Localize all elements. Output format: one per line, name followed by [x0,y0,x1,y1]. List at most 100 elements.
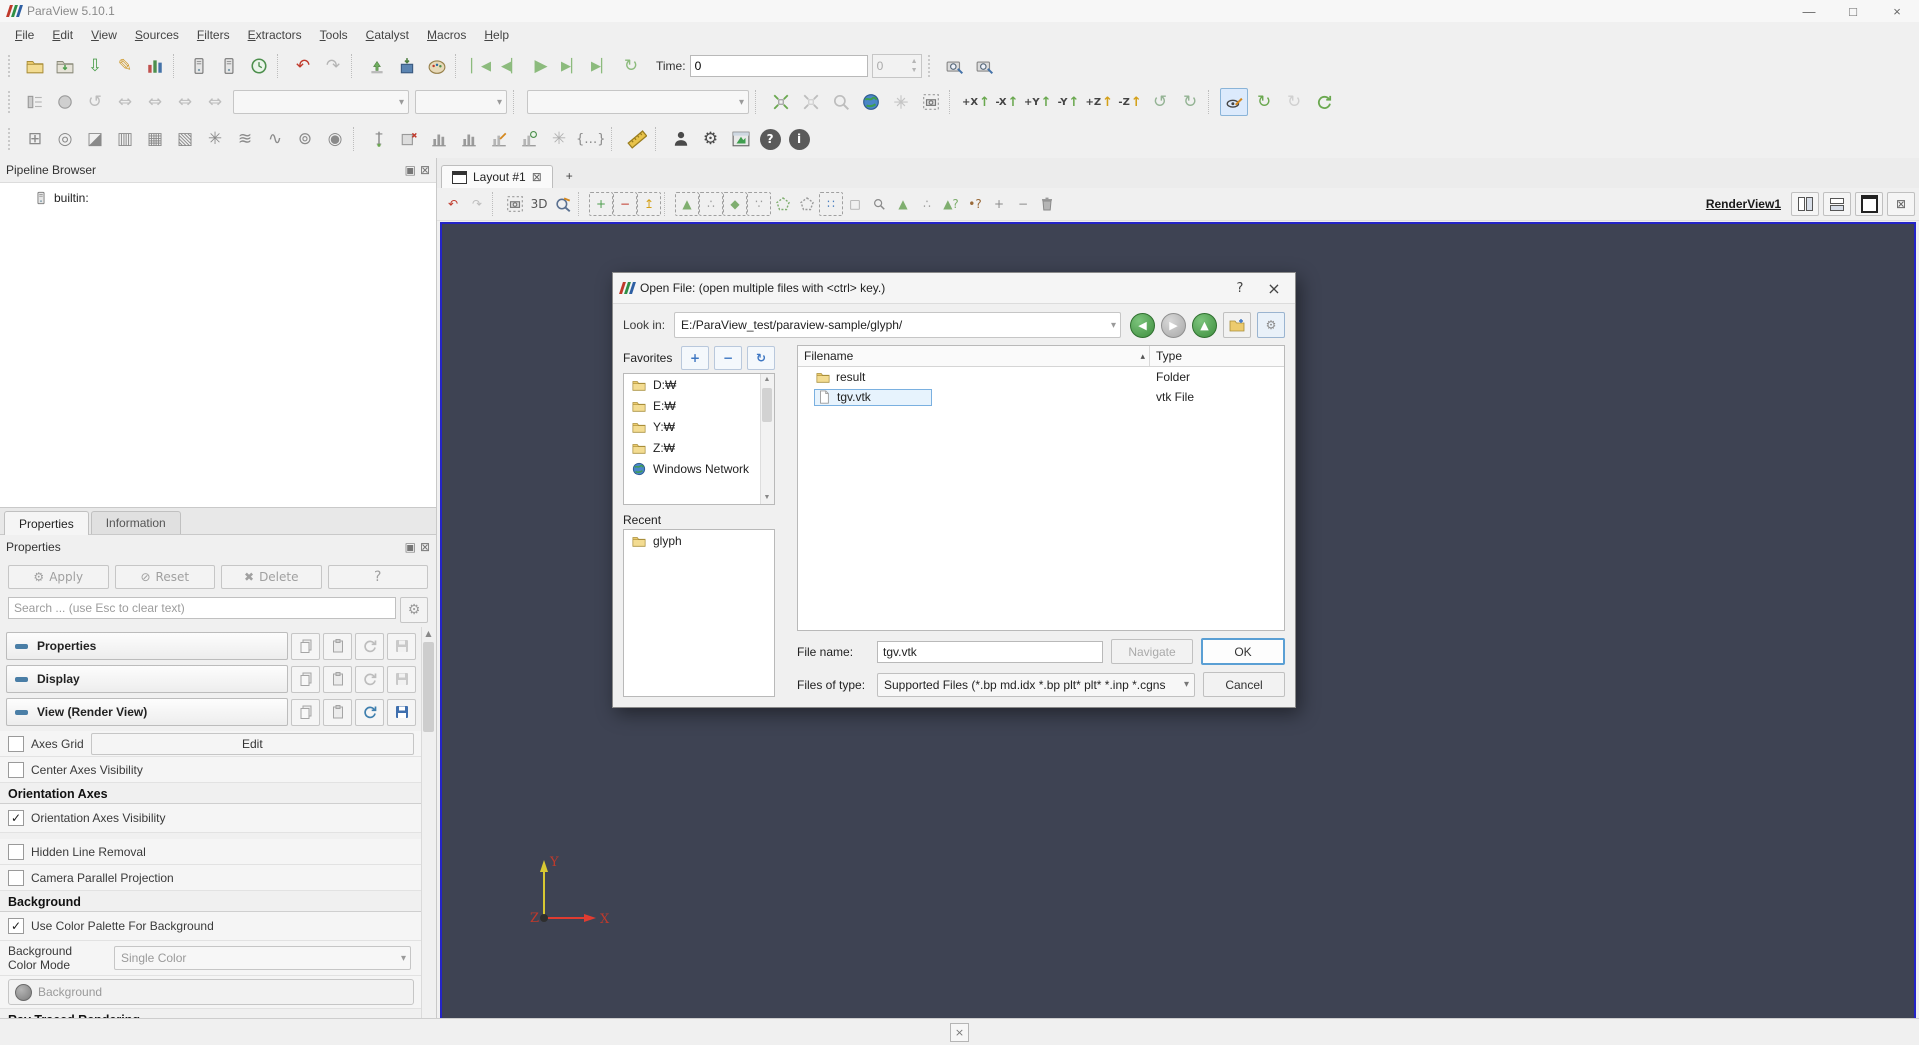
menu-catalyst[interactable]: Catalyst [357,24,418,46]
disconnect-server-button[interactable] [215,52,243,80]
settings-button[interactable]: ⚙ [697,125,725,153]
navigate-button[interactable]: Navigate [1111,639,1193,664]
view-plus-y-button[interactable]: +Y↑ [1023,88,1053,116]
use-separate-color-map-button[interactable]: ↺ [81,88,109,116]
select-cells-through-button[interactable]: ◆ [723,192,747,216]
toolbar-drag-handle[interactable] [8,128,16,150]
representation-combo[interactable] [527,90,749,114]
view-plus-z-button[interactable]: +Z↑ [1085,88,1115,116]
render-view-name[interactable]: RenderView1 [1706,197,1781,211]
subtract-selection-button[interactable]: − [613,192,637,216]
threshold-filter-button[interactable]: ▦ [141,125,169,153]
layout-tab-close-icon[interactable]: ⊠ [532,170,542,184]
zoom-to-data-button[interactable] [941,52,969,80]
toggle-color-legend-button[interactable] [21,88,49,116]
toolbar-drag-handle[interactable] [8,55,16,77]
hidden-line-removal-checkbox[interactable] [8,844,24,860]
add-layout-tab[interactable]: + [553,164,586,188]
background-color-mode-combo[interactable]: Single Color [114,946,411,970]
rescale-over-time-button[interactable]: ⇔ [171,88,199,116]
camera-parallel-projection-checkbox[interactable] [8,870,24,886]
scroll-up-icon[interactable]: ▲ [761,374,773,386]
paraview-web-button[interactable] [727,125,755,153]
grow-selection-button[interactable]: + [987,192,1011,216]
view-minus-x-button[interactable]: -X↑ [993,88,1021,116]
add-selection-button[interactable]: + [589,192,613,216]
paste-display-button[interactable] [323,666,352,693]
undock-icon[interactable]: ▣ [405,163,416,177]
ok-button[interactable]: OK [1201,638,1285,665]
delete-button[interactable]: ✖Delete [221,565,322,589]
dialog-help-button[interactable]: ? [1223,276,1257,300]
favorites-scrollbar[interactable]: ▲ ▼ [760,374,774,504]
list-item-z-[interactable]: Z:₩ [624,437,774,458]
interaction-mode-toggle[interactable] [1220,88,1248,116]
abort-progress-button[interactable]: × [950,1023,969,1042]
view-minus-z-button[interactable]: -Z↑ [1116,88,1144,116]
slice-filter-button[interactable]: ▥ [111,125,139,153]
scrollbar-thumb[interactable] [423,642,434,732]
paste-view-button[interactable] [323,699,352,726]
axes-grid-checkbox[interactable] [8,736,24,752]
scroll-up-icon[interactable]: ▲ [422,627,435,641]
camera-undo-button[interactable]: ↶ [441,192,465,216]
help-button[interactable]: ? [328,565,429,589]
select-block-button[interactable]: ∷ [819,192,843,216]
extract-selection-button[interactable] [395,125,423,153]
reset-button[interactable]: ⊘Reset [115,565,216,589]
loop-button[interactable]: ↻ [617,52,645,80]
extract-subset-button[interactable]: ▧ [171,125,199,153]
search-options-gear-icon[interactable]: ⚙ [400,597,428,623]
rotate-90-ccw-button[interactable]: ↺ [1146,88,1174,116]
section-display[interactable]: Display [6,665,288,693]
list-item-e-[interactable]: E:₩ [624,395,774,416]
files-of-type-combo[interactable]: Supported Files (*.bp md.idx *.bp plt* p… [877,673,1195,697]
open-file-button[interactable] [21,52,49,80]
minimize-button[interactable]: — [1787,4,1831,19]
section-view-render-view[interactable]: View (Render View) [6,698,288,726]
list-item-windows-network[interactable]: Windows Network [624,458,774,479]
close-button[interactable]: × [1875,4,1919,19]
zoom-annotation-button[interactable] [551,192,575,216]
layout-tab[interactable]: Layout #1 ⊠ [441,165,553,188]
scrollbar-thumb[interactable] [762,388,772,422]
redo-button[interactable]: ↷ [319,52,347,80]
close-view-button[interactable]: ⊠ [1887,192,1915,216]
clear-selection-button[interactable] [1035,192,1059,216]
file-table-header[interactable]: Filename▴ Type [798,346,1284,367]
axes-grid-edit-button[interactable]: Edit [91,733,414,755]
copy-view-button[interactable] [291,699,320,726]
save-data-button[interactable] [51,52,79,80]
copy-properties-button[interactable] [291,633,320,660]
split-horizontal-button[interactable] [1791,192,1819,216]
dialog-options-gear-icon[interactable]: ⚙ [1257,312,1285,338]
cancel-button[interactable]: Cancel [1203,672,1285,697]
plot-data-over-time-button[interactable] [515,125,543,153]
background-color-button[interactable]: Background [8,979,414,1005]
clip-filter-button[interactable]: ◪ [81,125,109,153]
catalyst-export-button[interactable] [393,52,421,80]
reset-view-defaults-button[interactable] [355,699,384,726]
reset-display-defaults-button[interactable] [355,666,384,693]
zoom-closest-to-data-button[interactable] [971,52,999,80]
next-frame-button[interactable]: ▶▏ [557,52,585,80]
maximize-button[interactable]: □ [1831,4,1875,19]
refresh-favorites-button[interactable]: ↻ [747,346,775,370]
camera-rotate-button[interactable]: ↻ [1250,88,1278,116]
reset-session-button[interactable] [245,52,273,80]
up-directory-button[interactable]: ▲ [1192,313,1217,338]
glyph-filter-button[interactable]: ✳ [201,125,229,153]
orientation-axes-visibility-checkbox[interactable] [8,810,24,826]
toggle-2d3d-button[interactable]: 3D [527,192,551,216]
contour-filter-button[interactable]: ◎ [51,125,79,153]
show-orientation-axes-button[interactable] [857,88,885,116]
search-input[interactable] [8,597,396,619]
save-view-defaults-button[interactable] [387,699,416,726]
info-button[interactable]: i [789,129,810,150]
interactive-select-cells-data-button[interactable]: ▲ [891,192,915,216]
rescale-to-data-range-button[interactable]: ⇔ [111,88,139,116]
hover-cells-button[interactable] [867,192,891,216]
section-properties[interactable]: Properties [6,632,288,660]
plot-selection-over-time-button[interactable] [485,125,513,153]
select-cells-on-button[interactable]: ▲ [675,192,699,216]
